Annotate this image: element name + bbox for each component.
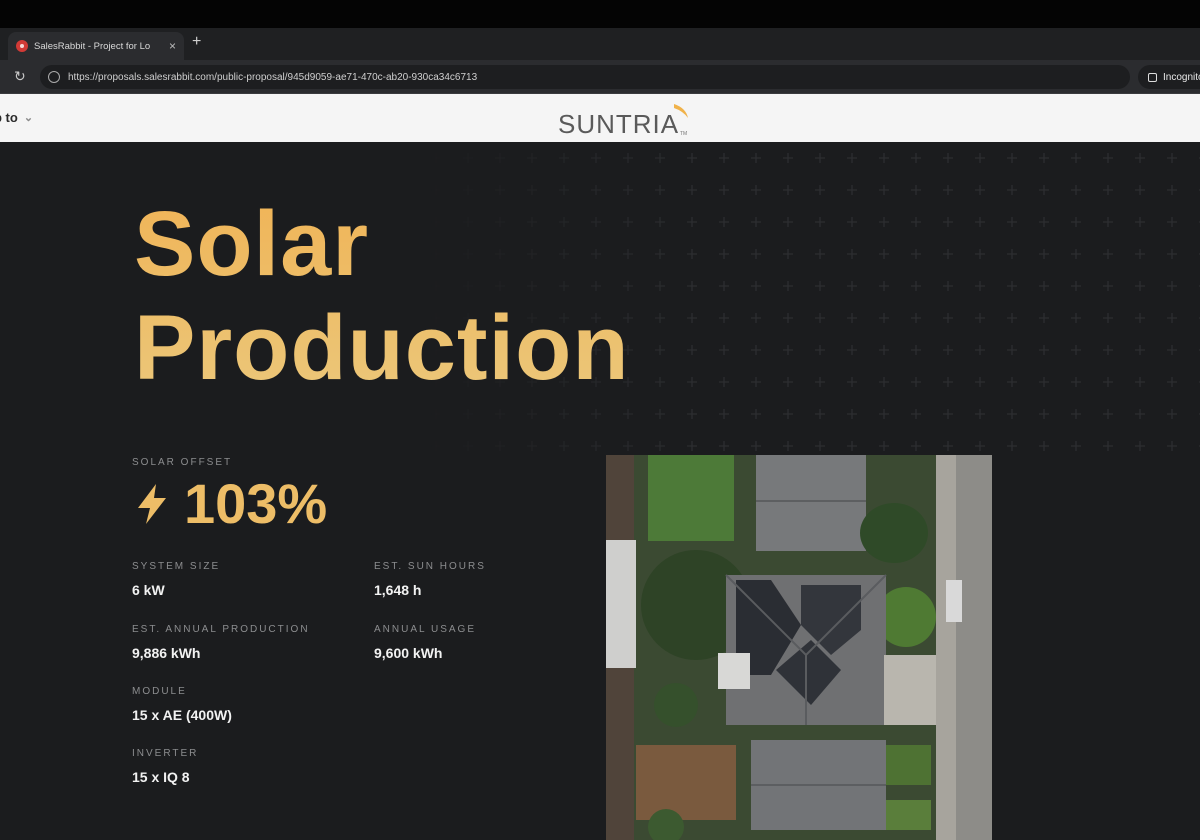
sun-hours-value: 1,648 h (374, 582, 422, 598)
tab-title: SalesRabbit - Project for Lo (34, 40, 151, 52)
street (956, 455, 992, 840)
url-field[interactable]: https://proposals.salesrabbit.com/public… (40, 65, 1130, 89)
annual-usage-value: 9,600 kWh (374, 645, 443, 661)
annual-production-label: EST. ANNUAL PRODUCTION (132, 624, 310, 635)
screen-top-bezel (0, 0, 1200, 28)
reload-icon[interactable]: ↻ (14, 68, 26, 84)
back-lawn (648, 455, 734, 541)
tab-close-icon[interactable]: × (169, 40, 176, 52)
site-info-icon[interactable] (48, 71, 60, 83)
browser-tab[interactable]: SalesRabbit - Project for Lo × (8, 32, 184, 60)
salesrabbit-favicon-icon (16, 40, 28, 52)
incognito-indicator[interactable]: Incognito (1138, 65, 1200, 89)
solar-offset-value: 103% (184, 472, 328, 535)
aerial-roof-image (606, 455, 992, 840)
solar-offset-label: SOLAR OFFSET (132, 457, 233, 468)
jump-to-menu[interactable]: p to ⌄ (0, 110, 33, 125)
module-value: 15 x AE (400W) (132, 707, 232, 723)
sidewalk (936, 455, 956, 840)
parked-car (946, 580, 962, 622)
backyard-deck (636, 745, 736, 820)
driveway (884, 655, 936, 725)
front-lawn (886, 800, 931, 830)
new-tab-button[interactable]: + (192, 34, 201, 50)
inverter-label: INVERTER (132, 748, 199, 759)
browser-tab-strip: SalesRabbit - Project for Lo × + (0, 28, 1200, 60)
patio-cover (718, 653, 750, 689)
front-lawn (886, 745, 931, 785)
title-line-1: Solar (134, 193, 370, 295)
tree (654, 683, 698, 727)
solar-production-section: Solar Production SOLAR OFFSET 103% SYSTE… (0, 142, 1200, 840)
module-label: MODULE (132, 686, 187, 697)
tree (860, 503, 928, 563)
title-line-2: Production (134, 297, 630, 399)
logo-trademark: TM (680, 131, 687, 137)
solar-offset: 103% (134, 474, 327, 534)
logo-wordmark: SUNTRIA (558, 109, 679, 138)
lightning-bolt-icon (138, 484, 166, 524)
page-title: Solar Production (134, 192, 630, 400)
url-text: https://proposals.salesrabbit.com/public… (68, 71, 478, 83)
system-size-label: SYSTEM SIZE (132, 561, 221, 572)
inverter-value: 15 x IQ 8 (132, 769, 190, 785)
system-size-value: 6 kW (132, 582, 165, 598)
annual-production-value: 9,886 kWh (132, 645, 201, 661)
annual-usage-label: ANNUAL USAGE (374, 624, 476, 635)
north-house-roof (756, 455, 866, 551)
chevron-down-icon: ⌄ (23, 112, 34, 124)
site-header: p to ⌄ SUNTRIA TM (0, 94, 1200, 142)
incognito-icon (1148, 72, 1157, 82)
jump-to-label: p to (0, 110, 18, 125)
sun-hours-label: EST. SUN HOURS (374, 561, 486, 572)
neighbor-structure (606, 540, 636, 668)
browser-address-bar: ↻ https://proposals.salesrabbit.com/publ… (0, 60, 1200, 94)
suntria-logo[interactable]: SUNTRIA TM (558, 102, 698, 138)
incognito-label: Incognito (1163, 71, 1200, 83)
screenshot: SalesRabbit - Project for Lo × + ↻ https… (0, 0, 1200, 840)
